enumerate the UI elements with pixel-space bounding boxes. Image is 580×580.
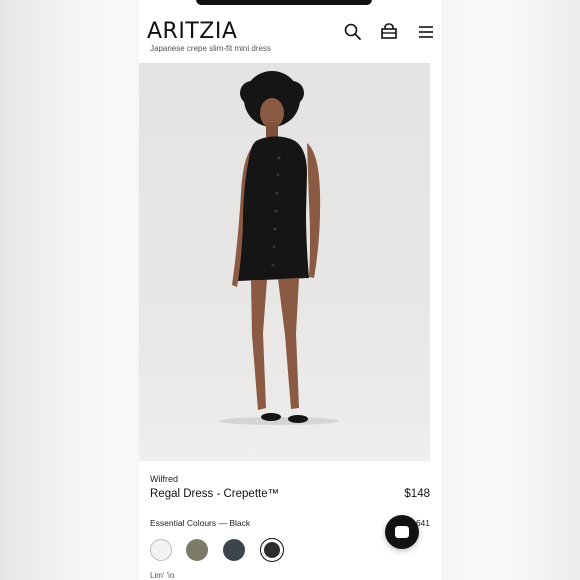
device-notch [196,0,372,5]
product-brand[interactable]: Wilfred [150,474,178,484]
product-subtitle: Japanese crepe slim-fit mini dress [150,44,271,52]
product-price: $148 [404,488,430,500]
background-right [441,0,580,580]
menu-icon[interactable] [416,22,436,42]
chat-bubble-icon [395,526,409,538]
swatch-olive[interactable] [186,539,208,561]
bag-icon[interactable] [379,22,399,42]
swatch-black-selected[interactable] [260,538,284,562]
image-edge [430,63,441,461]
product-name: Regal Dress - Crepette™ [150,488,280,500]
aritzia-logo[interactable]: ARITZIA [147,19,237,44]
swatch-charcoal[interactable] [223,539,245,561]
colour-label: Essential Colours — Black [150,518,251,528]
search-icon[interactable] [343,22,363,42]
site-header: ARITZIA Japanese crepe slim-fit mini dre… [139,0,441,62]
swatch-white[interactable] [150,539,172,561]
product-image[interactable] [139,63,430,461]
phone-screen: ARITZIA Japanese crepe slim-fit mini dre… [139,0,441,580]
limited-stock-text: Lim' 'io [150,571,175,580]
model-figure [219,71,339,425]
chat-button[interactable] [385,515,419,549]
swatch-black-inner [264,542,280,558]
